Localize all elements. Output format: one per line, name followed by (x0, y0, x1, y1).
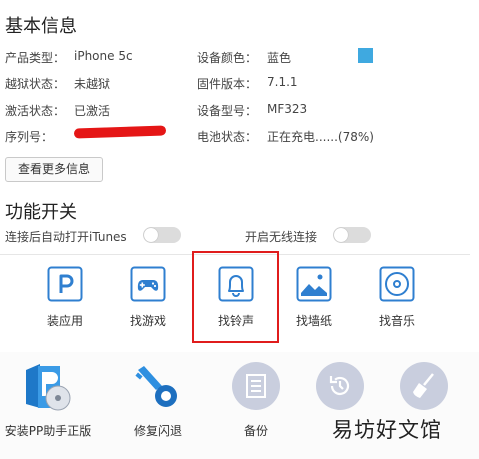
jailbreak-status-value: 未越狱 (74, 77, 111, 91)
firmware-version-value: 7.1.1 (267, 75, 298, 89)
auto-open-itunes-label: 连接后自动打开iTunes (5, 230, 127, 244)
tool-label: 修复闪退 (133, 424, 182, 438)
activation-status-label: 激活状态： (5, 104, 66, 118)
device-model-label: 设备型号： (197, 104, 258, 118)
restore-circle (316, 362, 364, 410)
function-find-games[interactable]: 找游戏 (108, 262, 188, 334)
firmware-version-label: 固件版本： (197, 77, 258, 91)
music-disc-icon (379, 266, 415, 302)
tool-fix-crash[interactable]: 修复闪退 (110, 358, 206, 442)
function-find-music[interactable]: 找音乐 (357, 262, 437, 334)
ringtone-highlight-box (192, 251, 279, 343)
tool-label: 安装PP助手正版 (4, 424, 92, 438)
feature-switches-title: 功能开关 (5, 202, 77, 223)
tool-label: 备份 (243, 424, 268, 438)
tool-install-pp[interactable]: 安装PP助手正版 (0, 358, 96, 442)
function-install-apps[interactable]: 装应用 (25, 262, 105, 334)
battery-status-label: 电池状态： (197, 130, 258, 144)
activation-status-value: 已激活 (74, 104, 111, 118)
device-color-label: 设备颜色： (197, 51, 258, 65)
watermark-text: 易坊好文馆 (332, 418, 442, 442)
auto-open-itunes-toggle[interactable] (143, 227, 181, 243)
function-label: 找墙纸 (295, 314, 332, 328)
jailbreak-status-label: 越狱状态： (5, 77, 66, 91)
function-find-wallpapers[interactable]: 找墙纸 (274, 262, 354, 334)
basic-info-title: 基本信息 (5, 16, 77, 37)
serial-number-label: 序列号： (5, 130, 54, 144)
wallpaper-icon (296, 266, 332, 302)
device-color-swatch (358, 48, 373, 63)
function-label: 找音乐 (378, 314, 415, 328)
app-store-icon (47, 266, 83, 302)
wireless-connection-label: 开启无线连接 (245, 230, 318, 244)
toggle-knob (334, 228, 348, 242)
wireless-connection-toggle[interactable] (333, 227, 371, 243)
tool-backup[interactable]: 备份 (208, 358, 304, 442)
view-more-info-button[interactable]: 查看更多信息 (5, 157, 103, 182)
backup-icon (246, 374, 266, 398)
product-type-value: iPhone 5c (74, 49, 133, 63)
function-label: 装应用 (46, 314, 83, 328)
serial-number-redaction (73, 125, 167, 139)
product-type-label: 产品类型： (5, 51, 66, 65)
backup-circle (232, 362, 280, 410)
pp-install-icon (26, 364, 71, 411)
clean-circle (400, 362, 448, 410)
repair-key-icon (135, 366, 177, 407)
battery-status-value: 正在充电......(78%) (267, 130, 374, 144)
device-model-value: MF323 (267, 102, 308, 116)
device-color-value: 蓝色 (267, 51, 292, 65)
clean-broom-icon (413, 373, 434, 398)
gamepad-icon (130, 266, 166, 302)
restore-icon (329, 376, 350, 395)
function-label: 找游戏 (129, 314, 166, 328)
toggle-knob (144, 228, 158, 242)
